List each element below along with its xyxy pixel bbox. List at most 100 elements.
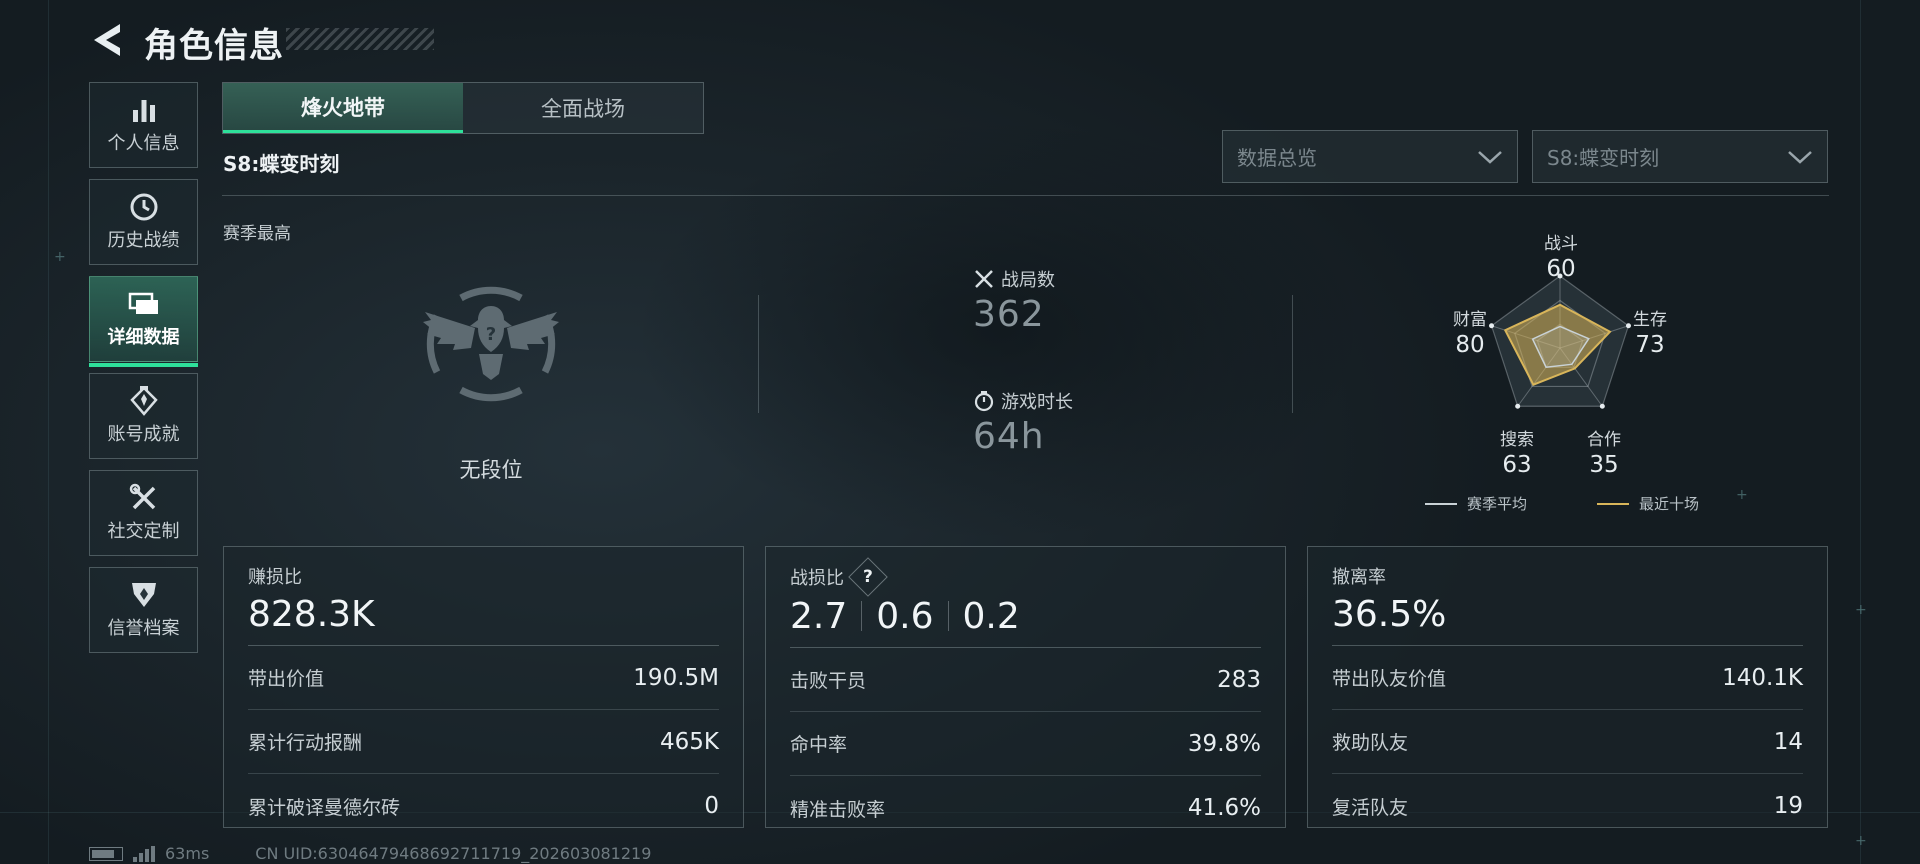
signal-icon [133, 845, 157, 862]
tab-full-battlefield[interactable]: 全面战场 [463, 83, 703, 133]
legend-swatch [1597, 502, 1629, 505]
panel-rows: 带出队友价值 140.1K 救助队友 14 复活队友 19 [1332, 645, 1803, 838]
list-item: 击败干员 283 [790, 648, 1261, 712]
matches-value: 362 [973, 294, 1045, 335]
sidebar-item-achievements[interactable]: 账号成就 [89, 373, 198, 459]
list-item: 精准击败率 41.6% [790, 795, 1261, 821]
panel-title: 撤离率 [1332, 567, 1386, 588]
radar-axis-value: 35 [1589, 452, 1619, 478]
legend-swatch [1425, 502, 1457, 505]
bar-chart-icon [130, 95, 158, 125]
bg-crosshair-icon: + [54, 249, 66, 265]
sidebar-item-label: 历史战绩 [107, 230, 180, 251]
list-item: 带出价值 190.5M [248, 646, 719, 710]
panel-title: 战损比 ? [790, 557, 1261, 597]
stopwatch-icon [974, 391, 994, 412]
kd-value: 2.7 [790, 595, 848, 637]
bg-crosshair-icon: + [1736, 487, 1748, 503]
season-label: S8:蝶变时刻 [223, 152, 340, 176]
kd-panel: 战损比 ? 2.7 0.6 0.2 击败干员 283 命中率 39.8% 精准击败率… [765, 546, 1286, 828]
matches-stat: 战局数 362 [973, 266, 1055, 335]
radar-axis-dot [1515, 403, 1521, 409]
radar-axis-label: 生存 [1633, 310, 1667, 330]
dropdown-value: 数据总览 [1237, 146, 1317, 170]
extraction-panel: 撤离率 36.5% 带出队友价值 140.1K 救助队友 14 复活队友 19 [1307, 546, 1828, 828]
list-item: 复活队友 19 [1332, 793, 1803, 819]
sidebar-item-label: 个人信息 [107, 133, 180, 154]
radar-axis-value: 63 [1502, 452, 1532, 478]
radar-axis-label: 财富 [1453, 310, 1487, 330]
sidebar-item-label: 信誉档案 [107, 618, 180, 639]
rank-emblem-icon: ? [423, 286, 559, 402]
help-icon[interactable]: ? [848, 557, 888, 597]
panel-big-value: 828.3K [248, 593, 375, 635]
radar-axis-label: 战斗 [1544, 234, 1578, 254]
bg-grid-line [48, 0, 49, 864]
medal-icon [129, 386, 158, 416]
sidebar-item-reputation[interactable]: 信誉档案 [89, 567, 198, 653]
panel-rows: 带出价值 190.5M 累计行动报酬 465K 累计破译曼德尔砖 0 [248, 645, 719, 838]
folder-cards-icon [128, 289, 160, 319]
playtime-label: 游戏时长 [1001, 392, 1073, 413]
legend-label: 赛季平均 [1467, 495, 1528, 513]
divider [1292, 295, 1293, 413]
uid-text: CN UID:63046479468692711719_202603081219 [255, 844, 652, 863]
radar-axis-value: 60 [1546, 256, 1576, 282]
sidebar-item-history[interactable]: 历史战绩 [89, 179, 198, 265]
panel-big-value: 36.5% [1332, 593, 1447, 635]
panel-big-value: 2.7 0.6 0.2 [790, 593, 1261, 639]
list-item: 救助队友 14 [1332, 710, 1803, 774]
list-item: 累计破译曼德尔砖 0 [248, 793, 719, 819]
mode-tabs: 烽火地带 全面战场 [222, 82, 704, 134]
season-dropdown[interactable]: S8:蝶变时刻 [1532, 130, 1828, 183]
rank-text: 无段位 [459, 458, 523, 482]
season-best-label: 赛季最高 [223, 224, 291, 244]
shield-emblem-icon [130, 580, 158, 610]
matches-label: 战局数 [1001, 270, 1055, 291]
status-bar: 63ms CN UID:63046479468692711719_2026030… [89, 844, 651, 863]
sidebar-item-social[interactable]: 社交定制 [89, 470, 198, 556]
radar-axis-value: 73 [1635, 332, 1665, 358]
legend-label: 最近十场 [1639, 495, 1700, 513]
kd-value: 0.6 [876, 595, 934, 637]
kd-value: 0.2 [962, 595, 1020, 637]
page-title: 角色信息 [144, 26, 284, 66]
ping-text: 63ms [165, 844, 210, 863]
sidebar: 个人信息 历史战绩 详细数据 账号成就 社交定制 信誉档案 [89, 82, 198, 664]
chevron-down-icon [1788, 150, 1812, 164]
view-dropdown[interactable]: 数据总览 [1222, 130, 1518, 183]
tab-hazard-zone[interactable]: 烽火地带 [223, 83, 463, 133]
sidebar-item-label: 账号成就 [107, 424, 180, 445]
sidebar-item-label: 社交定制 [107, 521, 180, 542]
panel-title: 赚损比 [248, 567, 302, 588]
divider [758, 295, 759, 413]
back-arrow-icon[interactable] [88, 20, 124, 60]
legend-recent: 最近十场 [1597, 493, 1699, 514]
dropdown-value: S8:蝶变时刻 [1547, 146, 1660, 170]
tools-icon [129, 483, 159, 513]
bg-crosshair-icon: + [1855, 602, 1867, 618]
separator [861, 601, 863, 631]
playtime-value: 64h [973, 416, 1045, 457]
title-decoration [286, 28, 434, 50]
legend-season-avg: 赛季平均 [1425, 493, 1527, 514]
panel-rows: 击败干员 283 命中率 39.8% 精准击败率 41.6% [790, 647, 1261, 840]
history-clock-icon [129, 192, 159, 222]
sidebar-item-label: 详细数据 [107, 327, 180, 348]
radar-axis-label: 合作 [1587, 430, 1621, 450]
battery-icon [89, 846, 123, 861]
bg-grid-line [1860, 0, 1861, 864]
radar-axis-value: 80 [1455, 332, 1485, 358]
list-item: 累计行动报酬 465K [248, 710, 719, 774]
profit-panel: 赚损比 828.3K 带出价值 190.5M 累计行动报酬 465K 累计破译曼德尔… [223, 546, 744, 828]
svg-text:?: ? [486, 324, 496, 345]
list-item: 命中率 39.8% [790, 712, 1261, 776]
bg-crosshair-icon: + [1855, 833, 1867, 849]
sidebar-item-detailed-data[interactable]: 详细数据 [89, 276, 198, 367]
list-item: 带出队友价值 140.1K [1332, 646, 1803, 710]
radar-axis-dot [1599, 403, 1605, 409]
sidebar-item-profile[interactable]: 个人信息 [89, 82, 198, 168]
radar-axis-label: 搜索 [1500, 430, 1534, 450]
divider [222, 195, 1829, 196]
playtime-stat: 游戏时长 64h [973, 388, 1073, 457]
